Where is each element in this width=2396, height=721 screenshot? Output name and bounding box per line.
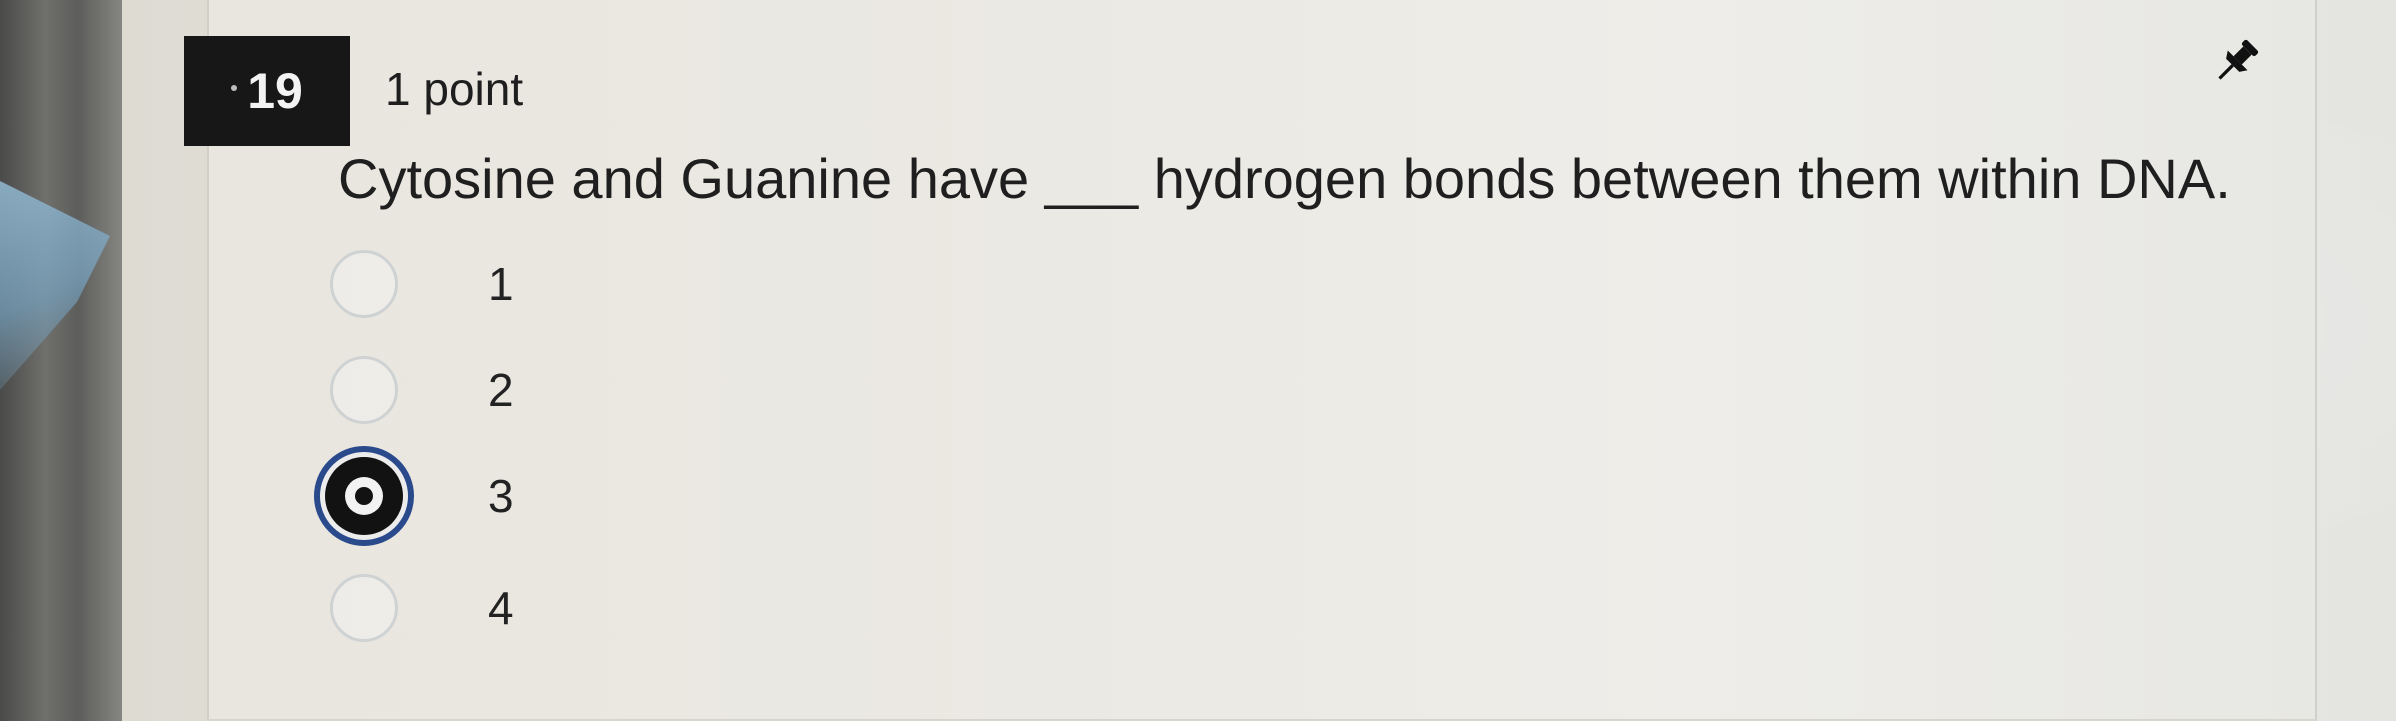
radio-button[interactable] <box>330 250 398 318</box>
option-1[interactable]: 1 <box>330 244 590 324</box>
radio-dot <box>355 487 373 505</box>
question-text: Cytosine and Guanine have ___ hydrogen b… <box>338 147 2231 210</box>
option-label: 3 <box>488 470 514 522</box>
radio-ring <box>325 457 403 535</box>
question-points: 1 point <box>385 63 524 115</box>
option-label: 4 <box>488 582 514 634</box>
option-label: 2 <box>488 364 514 416</box>
option-label: 1 <box>488 258 514 310</box>
radio-button[interactable] <box>330 356 398 424</box>
option-4[interactable]: 4 <box>330 568 590 648</box>
pin-icon[interactable] <box>2208 34 2264 90</box>
option-2[interactable]: 2 <box>330 350 590 430</box>
radio-button-selected[interactable] <box>314 446 414 546</box>
question-number-badge: 19 <box>184 36 350 146</box>
radio-button[interactable] <box>330 574 398 642</box>
badge-dot <box>231 85 238 91</box>
option-3[interactable]: 3 <box>314 446 590 546</box>
question-number: 19 <box>247 63 303 119</box>
radio-inner <box>345 477 383 515</box>
